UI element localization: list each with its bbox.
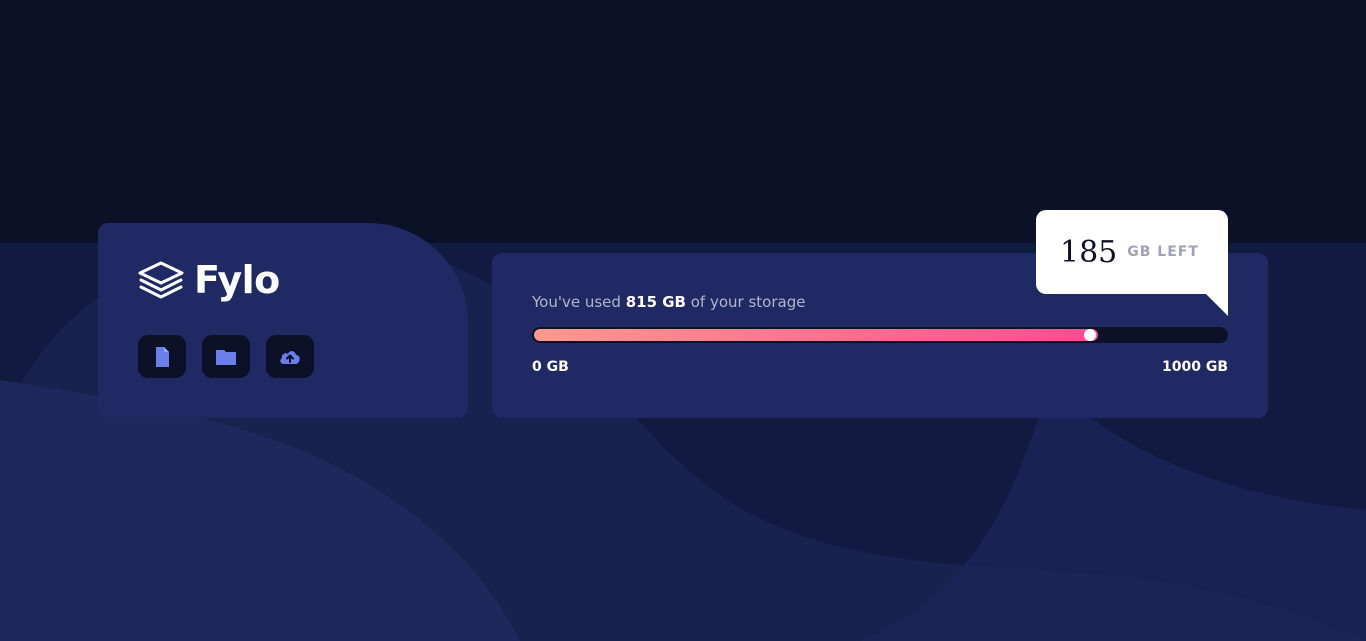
cloud-upload-icon [280, 350, 300, 364]
remaining-unit: GB LEFT [1127, 244, 1199, 260]
storage-progress-fill [534, 329, 1098, 341]
usage-prefix: You've used [532, 293, 626, 311]
folder-icon [216, 349, 236, 365]
used-amount: 815 GB [625, 293, 686, 311]
toolbar [138, 335, 314, 378]
storage-left-callout: 185 GB LEFT [1036, 210, 1228, 316]
document-icon [156, 346, 169, 367]
logo-card: Fylo [98, 223, 468, 418]
scale-min-label: 0 GB [532, 359, 569, 375]
remaining-amount: 185 [1060, 234, 1118, 270]
document-button[interactable] [138, 335, 186, 378]
brand-name: Fylo [194, 258, 280, 302]
usage-text: You've used 815 GB of your storage [532, 293, 805, 311]
progress-thumb[interactable] [1083, 329, 1096, 341]
upload-button[interactable] [266, 335, 314, 378]
layers-logo-icon [138, 261, 184, 299]
callout-tail [1206, 294, 1228, 316]
brand: Fylo [138, 261, 280, 299]
usage-suffix: of your storage [685, 293, 806, 311]
scale-max-label: 1000 GB [1161, 359, 1228, 375]
folder-button[interactable] [202, 335, 250, 378]
storage-progress-bar [532, 327, 1228, 343]
